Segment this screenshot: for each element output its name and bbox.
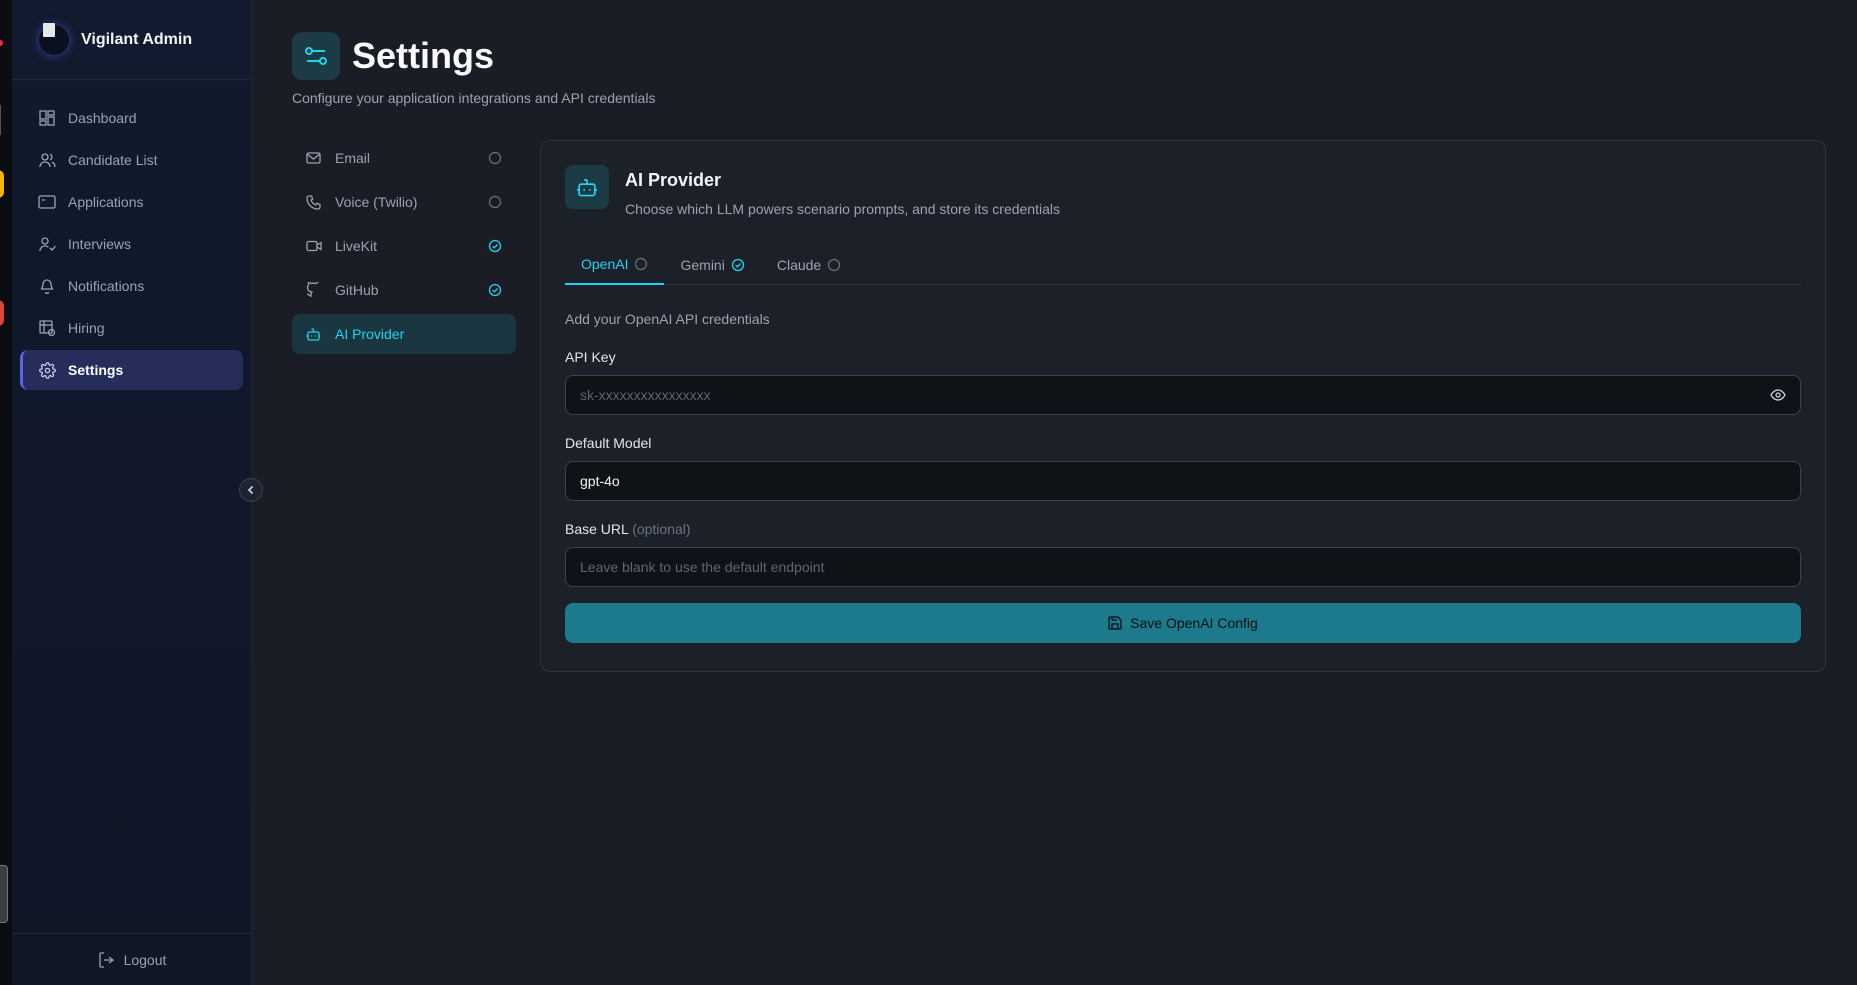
save-icon <box>1108 616 1122 630</box>
logout-icon <box>98 951 114 968</box>
sidebar-item-label: Hiring <box>68 320 105 336</box>
api-key-label: API Key <box>565 349 616 365</box>
sidebar-item-label: Dashboard <box>68 110 137 126</box>
page-header: Settings <box>292 32 494 80</box>
page-title: Settings <box>352 35 495 76</box>
subnav-item-livekit[interactable]: LiveKit <box>292 226 516 266</box>
status-unconfigured-icon <box>488 151 502 165</box>
optional-hint: (optional) <box>632 521 691 537</box>
base-url-field[interactable]: Leave blank to use the default endpoint <box>565 547 1801 587</box>
logout-label: Logout <box>123 951 167 968</box>
sidebar-item-hiring[interactable]: Hiring <box>20 308 243 348</box>
subnav-item-ai-provider[interactable]: AI Provider <box>292 314 516 354</box>
sidebar: Vigilant Admin Dashboard Candidate List … <box>12 0 252 985</box>
phone-icon <box>306 194 322 210</box>
tab-label: Claude <box>776 257 822 273</box>
collapse-sidebar-button[interactable] <box>239 478 263 502</box>
tab-label: OpenAI <box>581 256 629 272</box>
sidebar-nav: Dashboard Candidate List Applications In… <box>12 80 251 390</box>
sidebar-item-candidate-list[interactable]: Candidate List <box>20 140 243 180</box>
bot-icon <box>306 326 322 342</box>
desktop-edge <box>0 0 12 985</box>
ai-provider-card: AI Provider Choose which LLM powers scen… <box>540 140 1826 672</box>
sidebar-item-dashboard[interactable]: Dashboard <box>20 98 243 138</box>
save-config-button[interactable]: Save OpenAI Config <box>565 603 1801 643</box>
base-url-placeholder: Leave blank to use the default endpoint <box>580 559 825 575</box>
api-key-field[interactable]: sk-xxxxxxxxxxxxxxxx <box>565 375 1801 415</box>
default-model-value: gpt-4o <box>580 473 620 489</box>
credentials-note: Add your OpenAI API credentials <box>565 311 770 327</box>
tab-label: Gemini <box>680 257 725 273</box>
mail-icon <box>306 150 322 166</box>
applications-icon <box>38 193 56 211</box>
sidebar-item-label: Settings <box>68 362 124 378</box>
brand[interactable]: Vigilant Admin <box>12 0 251 80</box>
subnav-item-label: LiveKit <box>335 238 378 254</box>
sliders-icon <box>292 32 340 80</box>
subnav-item-label: AI Provider <box>335 326 405 342</box>
save-button-label: Save OpenAI Config <box>1130 615 1258 631</box>
provider-tabs: OpenAI Gemini Claude <box>565 245 1801 285</box>
bell-icon <box>38 277 56 295</box>
eye-icon[interactable] <box>1770 389 1786 401</box>
chevron-left-icon <box>247 485 254 495</box>
subnav-item-label: GitHub <box>335 282 379 298</box>
sidebar-item-label: Notifications <box>68 278 145 294</box>
page-subtitle: Configure your application integrations … <box>292 90 656 106</box>
subnav-item-voice-twilio[interactable]: Voice (Twilio) <box>292 182 516 222</box>
status-configured-icon <box>731 258 745 272</box>
status-unconfigured-icon <box>488 195 502 209</box>
brand-name: Vigilant Admin <box>81 30 193 48</box>
brand-logo <box>39 22 69 55</box>
bot-icon <box>565 165 609 209</box>
users-icon <box>38 151 56 169</box>
default-model-label: Default Model <box>565 435 652 451</box>
sidebar-item-label: Interviews <box>68 236 132 252</box>
sidebar-item-notifications[interactable]: Notifications <box>20 266 243 306</box>
tab-claude[interactable]: Claude <box>761 245 857 285</box>
status-configured-icon <box>488 283 502 297</box>
user-check-icon <box>38 235 56 253</box>
main-content: Settings Configure your application inte… <box>253 0 1857 985</box>
video-icon <box>306 238 322 254</box>
github-icon <box>306 282 322 298</box>
status-unconfigured-icon <box>827 258 841 272</box>
subnav-item-label: Email <box>335 150 371 166</box>
card-description: Choose which LLM powers scenario prompts… <box>625 201 1060 217</box>
card-title: AI Provider <box>625 170 722 190</box>
sidebar-item-interviews[interactable]: Interviews <box>20 224 243 264</box>
default-model-field[interactable]: gpt-4o <box>565 461 1801 501</box>
settings-subnav: Email Voice (Twilio) LiveKit GitHub AI P… <box>292 138 516 358</box>
tab-gemini[interactable]: Gemini <box>664 245 760 285</box>
card-header: AI Provider Choose which LLM powers scen… <box>565 165 1801 217</box>
tab-openai[interactable]: OpenAI <box>565 245 665 285</box>
status-unconfigured-icon <box>634 257 648 271</box>
subnav-item-github[interactable]: GitHub <box>292 270 516 310</box>
subnav-item-label: Voice (Twilio) <box>335 194 418 210</box>
logout-button[interactable]: Logout <box>12 933 252 985</box>
hiring-icon <box>38 319 56 337</box>
subnav-item-email[interactable]: Email <box>292 138 516 178</box>
sidebar-item-applications[interactable]: Applications <box>20 182 243 222</box>
api-key-placeholder: sk-xxxxxxxxxxxxxxxx <box>580 387 711 403</box>
gear-icon <box>38 361 56 379</box>
sidebar-item-settings[interactable]: Settings <box>20 350 243 390</box>
sidebar-item-label: Applications <box>68 194 144 210</box>
sidebar-item-label: Candidate List <box>68 152 158 168</box>
status-configured-icon <box>488 239 502 253</box>
dashboard-icon <box>38 109 56 127</box>
base-url-label: Base URL (optional) <box>565 521 691 537</box>
